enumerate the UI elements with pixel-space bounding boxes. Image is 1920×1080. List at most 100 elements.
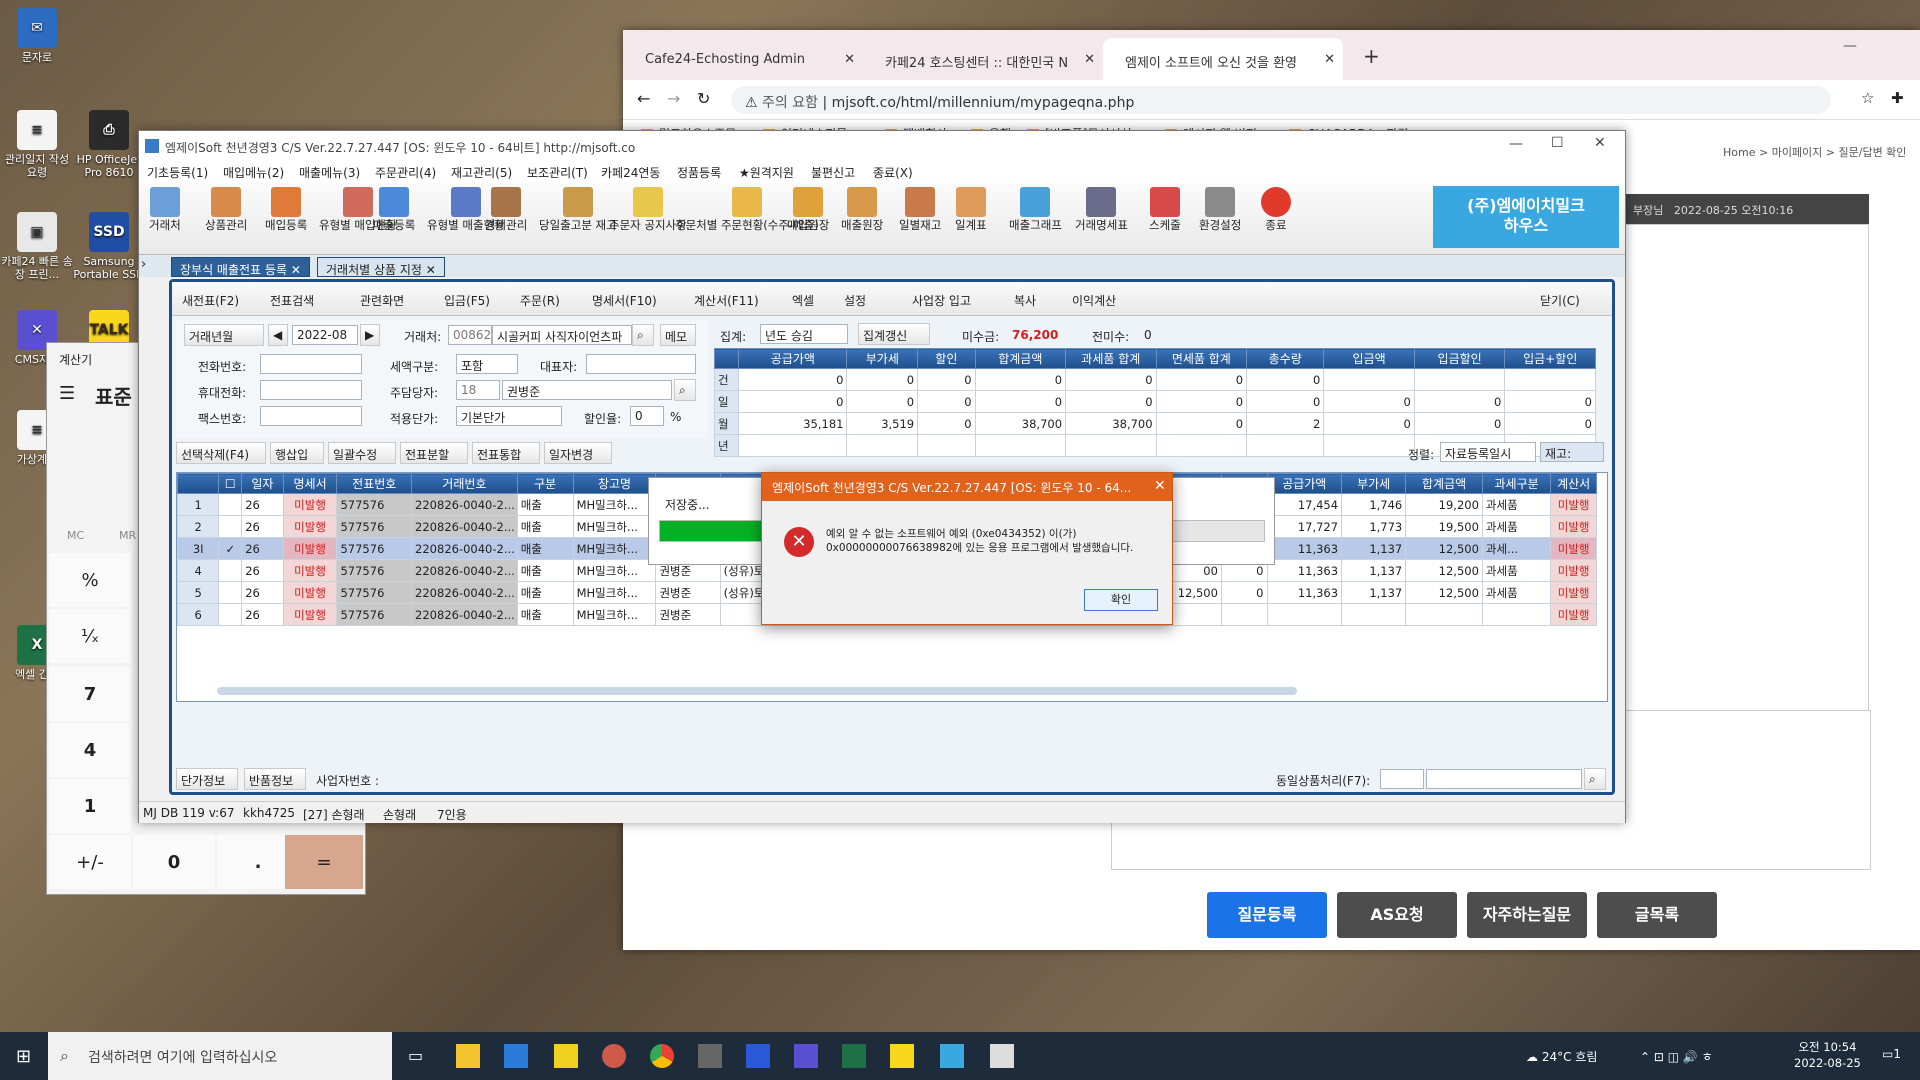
toolbar-statement[interactable]: 거래명세표 [1075, 187, 1128, 232]
grid-cell[interactable] [218, 515, 243, 538]
grid-cell[interactable]: 4 [177, 559, 220, 582]
faq-button[interactable]: 자주하는질문 [1467, 892, 1587, 938]
negate-key[interactable]: +/- [49, 835, 131, 889]
menu-item[interactable]: 보조관리(T) [527, 164, 588, 181]
grid-cell[interactable]: 220826-0040-2... [411, 537, 518, 560]
key-0[interactable]: 0 [133, 835, 215, 889]
grid-cell[interactable]: 1,137 [1341, 559, 1407, 582]
grid-cell[interactable]: 매출 [516, 537, 574, 560]
reciprocal-key[interactable]: ¹⁄ₓ [49, 609, 131, 663]
grid-cell[interactable] [1341, 603, 1407, 626]
grid-cell[interactable]: 매출 [516, 515, 574, 538]
extensions-icon[interactable]: ✚ [1891, 89, 1904, 107]
desktop-icon-printer[interactable]: ⎙ HP OfficeJet Pro 8610 [72, 110, 146, 179]
price-select[interactable]: 기본단가 [456, 406, 562, 426]
calendar-icon[interactable] [746, 1044, 770, 1068]
tab-mjsoft[interactable]: 엠제이 소프트에 오신 것을 환영 ✕ [1103, 38, 1343, 80]
fax-input[interactable] [260, 406, 362, 426]
discount-input[interactable]: 0 [630, 406, 664, 426]
desktop-icon-cafe24[interactable]: ▣ 카페24 빠른 송장 프린... [0, 212, 74, 281]
cms-icon[interactable] [794, 1044, 818, 1068]
menu-item[interactable]: 정품등록 [677, 164, 721, 181]
post-list-button[interactable]: 글목록 [1597, 892, 1717, 938]
grid-cell[interactable]: 220826-0040-2... [411, 493, 518, 516]
menu-item[interactable]: 매출메뉴(3) [299, 164, 360, 181]
grid-header[interactable]: 부가세 [1341, 473, 1407, 494]
merge-voucher-button[interactable]: 전표통합 [472, 442, 540, 464]
grid-cell[interactable]: MH밀크하... [572, 603, 657, 626]
key-4[interactable]: 4 [49, 723, 131, 777]
menu-item[interactable]: 불편신고 [811, 164, 855, 181]
grid-cell[interactable]: 1,137 [1341, 581, 1407, 604]
grid-header[interactable]: 일자 [241, 473, 284, 494]
grid-header[interactable]: 전표번호 [336, 473, 413, 494]
new-tab-button[interactable]: + [1363, 44, 1380, 68]
delete-selected-button[interactable]: 선택삭제(F4) [176, 442, 266, 464]
grid-cell[interactable]: 미발행 [1550, 603, 1597, 626]
system-tray-icons[interactable]: ⌃ ⊡ ◫ 🔊 ㅎ [1640, 1048, 1713, 1065]
desktop-icon-munjaro[interactable]: ✉ 문자로 [0, 8, 74, 64]
grid-cell[interactable]: 577576 [336, 603, 413, 626]
related-screen-button[interactable]: 관련화면 [360, 292, 404, 309]
grid-cell[interactable]: 권병준 [655, 603, 721, 626]
toolbar-schedule[interactable]: 스케줄 [1149, 187, 1181, 232]
aggregate-select[interactable]: 년도 승김 [760, 324, 848, 344]
change-date-button[interactable]: 일자변경 [544, 442, 612, 464]
grid-header[interactable]: 합계금액 [1405, 473, 1483, 494]
reload-icon[interactable]: ↻ [697, 89, 710, 108]
grid-cell[interactable]: 매출 [516, 493, 574, 516]
close-icon[interactable]: ✕ [1084, 52, 1095, 67]
question-register-button[interactable]: 질문등록 [1207, 892, 1327, 938]
forward-icon[interactable]: → [667, 89, 680, 108]
grid-cell[interactable]: 미발행 [282, 559, 338, 582]
copy-button[interactable]: 복사 [1014, 292, 1036, 309]
grid-header[interactable]: 명세서 [282, 473, 338, 494]
excel-icon[interactable] [842, 1044, 866, 1068]
grid-cell[interactable]: 6 [177, 603, 220, 626]
grid-cell[interactable]: 19,500 [1405, 515, 1483, 538]
mobile-input[interactable] [260, 380, 362, 400]
grid-header[interactable] [177, 473, 220, 494]
grid-cell[interactable]: 220826-0040-2... [411, 581, 518, 604]
grid-cell[interactable]: 미발행 [1550, 559, 1597, 582]
tab-client-products[interactable]: 거래처별 상품 지정 ✕ [317, 257, 445, 277]
toolbar-purchase[interactable]: 매입등록 [265, 187, 307, 232]
period-select[interactable]: 거래년월 [184, 324, 264, 346]
client-code-input[interactable]: 008623 [448, 325, 492, 345]
tab-sales-voucher[interactable]: 장부식 매출전표 등록 ✕ [171, 257, 310, 277]
file-explorer-icon[interactable] [456, 1044, 480, 1068]
grid-cell[interactable]: 미발행 [1550, 493, 1597, 516]
grid-cell[interactable]: 577576 [336, 559, 413, 582]
grid-cell[interactable]: 26 [241, 537, 284, 560]
menu-icon[interactable]: ☰ [59, 383, 75, 404]
kakaotalk-icon[interactable] [890, 1044, 914, 1068]
grid-cell[interactable]: 과세품 [1481, 515, 1552, 538]
grid-cell[interactable]: 17,727 [1266, 515, 1343, 538]
grid-cell[interactable]: 0 [1220, 581, 1268, 604]
toolbar-exit[interactable]: 종료 [1261, 187, 1291, 232]
grid-cell[interactable]: 5 [177, 581, 220, 604]
menu-item[interactable]: ★원격지원 [739, 164, 794, 181]
same-product-code[interactable] [1380, 769, 1424, 789]
toolbar-purchase-ledger[interactable]: 매입원장 [787, 187, 829, 232]
grid-cell[interactable]: 과세품 [1481, 581, 1552, 604]
menu-item[interactable]: 재고관리(5) [451, 164, 512, 181]
grid-cell[interactable]: 12,500 [1405, 581, 1483, 604]
grid-header[interactable]: 거래번호 [411, 473, 518, 494]
grid-cell[interactable]: 권병준 [655, 581, 721, 604]
taskbar-search[interactable]: ⌕ 검색하려면 여기에 입력하십시오 [48, 1032, 392, 1080]
grid-cell[interactable]: 미발행 [282, 537, 338, 560]
notification-icon[interactable]: ▭1 [1882, 1047, 1901, 1061]
grid-cell[interactable]: 26 [241, 581, 284, 604]
sticky-notes-icon[interactable] [554, 1044, 578, 1068]
search-icon[interactable]: ⌕ [674, 379, 696, 401]
grid-cell[interactable]: MH밀크하... [572, 537, 657, 560]
grid-cell[interactable]: 577576 [336, 581, 413, 604]
insert-row-button[interactable]: 행삽입 [270, 442, 324, 464]
grid-cell[interactable]: 220826-0040-2... [411, 603, 518, 626]
menu-item[interactable]: 기초등록(1) [147, 164, 208, 181]
phone-input[interactable] [260, 354, 362, 374]
grid-cell[interactable]: 미발행 [1550, 537, 1597, 560]
grid-header[interactable]: 창고명 [572, 473, 657, 494]
grid-cell[interactable]: 12,500 [1405, 559, 1483, 582]
